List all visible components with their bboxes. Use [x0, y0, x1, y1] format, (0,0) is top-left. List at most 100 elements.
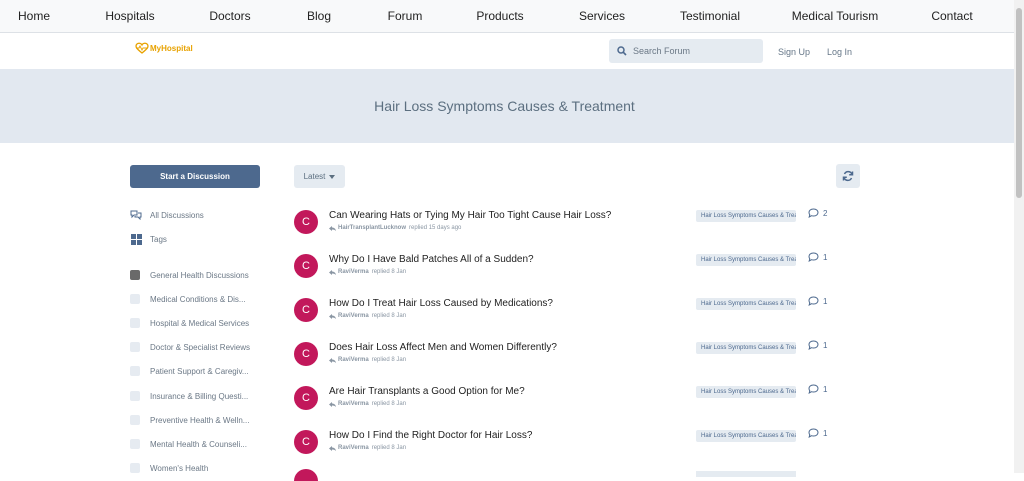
search-box[interactable] — [609, 39, 763, 63]
tag-badge — [696, 471, 796, 477]
avatar[interactable]: C — [294, 342, 318, 366]
search-input[interactable] — [633, 46, 753, 56]
tag-color-swatch — [130, 366, 140, 376]
discussion-meta: RaviVerma replied 8 Jan — [329, 357, 406, 363]
discussion-title[interactable]: Are Hair Transplants a Good Option for M… — [329, 386, 525, 397]
nav-link-blog[interactable]: Blog — [307, 9, 331, 23]
nav-link-products[interactable]: Products — [476, 9, 523, 23]
forum-header: MyHospital Sign Up Log In — [0, 33, 1014, 69]
tag-badge[interactable]: Hair Loss Symptoms Causes & Treatment — [696, 342, 796, 354]
tag-color-swatch — [130, 342, 140, 352]
nav-link-forum[interactable]: Forum — [388, 9, 423, 23]
discussion-username[interactable]: RaviVerma — [338, 269, 369, 275]
discussion-meta: RaviVerma replied 8 Jan — [329, 445, 406, 451]
comment-icon — [808, 296, 819, 306]
discussion-title[interactable]: How Do I Find the Right Doctor for Hair … — [329, 430, 532, 441]
nav-link-doctors[interactable]: Doctors — [209, 9, 250, 23]
avatar[interactable]: C — [294, 210, 318, 234]
sort-dropdown-label: Latest — [303, 172, 326, 181]
nav-link-testimonial[interactable]: Testimonial — [680, 9, 740, 23]
nav-link-services[interactable]: Services — [579, 9, 625, 23]
reply-count-value: 1 — [823, 340, 828, 350]
discussion-row[interactable]: C How Do I Find the Right Doctor for Hair… — [294, 428, 834, 464]
start-discussion-button[interactable]: Start a Discussion — [130, 165, 260, 188]
discussion-title[interactable]: Why Do I Have Bald Patches All of a Sudd… — [329, 254, 534, 265]
search-icon — [617, 46, 627, 56]
avatar[interactable]: C — [294, 430, 318, 454]
discussion-title[interactable]: Can Wearing Hats or Tying My Hair Too Ti… — [329, 210, 611, 221]
refresh-button[interactable] — [836, 164, 860, 188]
discussion-meta: HairTransplantLucknow replied 15 days ago — [329, 225, 461, 231]
discussion-username[interactable]: RaviVerma — [338, 401, 369, 407]
tag-color-swatch — [130, 294, 140, 304]
discussion-meta: RaviVerma replied 8 Jan — [329, 401, 406, 407]
avatar[interactable]: C — [294, 386, 318, 410]
tag-label: General Health Discussions — [150, 270, 249, 280]
tag-badge[interactable]: Hair Loss Symptoms Causes & Treatment — [696, 386, 796, 398]
discussion-title[interactable]: How Do I Treat Hair Loss Caused by Medic… — [329, 298, 553, 309]
tag-badge[interactable]: Hair Loss Symptoms Causes & Treatment — [696, 298, 796, 310]
reply-count-value: 1 — [823, 428, 828, 438]
reply-icon — [329, 445, 336, 451]
log-in-link[interactable]: Log In — [827, 47, 852, 57]
reply-count: 1 — [808, 340, 827, 350]
discussion-row[interactable]: C Why Do I Have Bald Patches All of a Sud… — [294, 252, 834, 288]
nav-link-hospitals[interactable]: Hospitals — [105, 9, 154, 23]
tag-badge[interactable]: Hair Loss Symptoms Causes & Treatment — [696, 210, 796, 222]
sidebar-item-tags[interactable]: Tags — [130, 233, 167, 245]
discussion-row[interactable]: C Are Hair Transplants a Good Option for … — [294, 384, 834, 420]
tag-badge[interactable]: Hair Loss Symptoms Causes & Treatment — [696, 430, 796, 442]
reply-count: 1 — [808, 296, 827, 306]
logo-text: MyHospital — [150, 43, 193, 53]
sidebar-tag-item[interactable]: Hospital & Medical Services — [130, 318, 249, 328]
avatar[interactable]: C — [294, 254, 318, 278]
scrollbar-thumb[interactable] — [1016, 8, 1022, 198]
tag-label: Preventive Health & Welln... — [150, 415, 250, 425]
sidebar-tag-item[interactable]: Women's Health — [130, 463, 208, 473]
discussion-username[interactable]: RaviVerma — [338, 445, 369, 451]
reply-count-value: 2 — [823, 208, 828, 218]
nav-link-contact[interactable]: Contact — [931, 9, 972, 23]
comment-icon — [808, 428, 819, 438]
tag-hero-banner: Hair Loss Symptoms Causes & Treatment — [0, 69, 1014, 143]
sidebar-tag-item[interactable]: Preventive Health & Welln... — [130, 415, 249, 425]
discussion-time: replied 8 Jan — [371, 401, 407, 407]
site-logo[interactable]: MyHospital — [135, 42, 193, 54]
discussion-row[interactable]: C Does Hair Loss Affect Men and Women Dif… — [294, 340, 834, 376]
discussion-title[interactable]: Does Hair Loss Affect Men and Women Diff… — [329, 342, 557, 353]
discussion-row[interactable]: C Can Wearing Hats or Tying My Hair Too T… — [294, 208, 834, 244]
tag-color-swatch — [130, 318, 140, 328]
top-navigation-bar: Home Hospitals Doctors Blog Forum Produc… — [0, 0, 1014, 33]
discussion-username[interactable]: RaviVerma — [338, 313, 369, 319]
discussion-time: replied 8 Jan — [371, 269, 407, 275]
nav-link-medical-tourism[interactable]: Medical Tourism — [792, 9, 878, 23]
sidebar-item-label: All Discussions — [150, 210, 204, 220]
sidebar-tag-item[interactable]: General Health Discussions — [130, 270, 249, 280]
reply-icon — [329, 313, 336, 319]
sidebar-item-all-discussions[interactable]: All Discussions — [130, 209, 204, 221]
sign-up-link[interactable]: Sign Up — [778, 47, 810, 57]
tag-badge[interactable]: Hair Loss Symptoms Causes & Treatment — [696, 254, 796, 266]
tag-color-swatch — [130, 391, 140, 401]
sidebar-tag-item[interactable]: Patient Support & Caregiv... — [130, 366, 249, 376]
sidebar-tag-item[interactable]: Doctor & Specialist Reviews — [130, 342, 250, 352]
heart-pulse-icon — [135, 42, 149, 54]
discussion-username[interactable]: HairTransplantLucknow — [338, 225, 406, 231]
sidebar-tag-item[interactable]: Mental Health & Counseli... — [130, 439, 247, 449]
discussion-time: replied 8 Jan — [371, 445, 407, 451]
discussion-time: replied 8 Jan — [371, 313, 407, 319]
sidebar-tag-item[interactable]: Medical Conditions & Dis... — [130, 294, 246, 304]
discussion-username[interactable]: RaviVerma — [338, 357, 369, 363]
discussion-row[interactable]: C How Do I Treat Hair Loss Caused by Medi… — [294, 296, 834, 332]
discussion-meta: RaviVerma replied 8 Jan — [329, 313, 406, 319]
sidebar-tag-item[interactable]: Insurance & Billing Questi... — [130, 391, 248, 401]
discussion-meta: RaviVerma replied 8 Jan — [329, 269, 406, 275]
reply-count: 1 — [808, 384, 827, 394]
nav-link-home[interactable]: Home — [18, 9, 50, 23]
sort-dropdown[interactable]: Latest — [294, 165, 345, 188]
tag-label: Insurance & Billing Questi... — [150, 391, 249, 401]
discussion-time: replied 15 days ago — [409, 225, 462, 231]
discussion-time: replied 8 Jan — [371, 357, 407, 363]
avatar[interactable]: C — [294, 298, 318, 322]
page-scrollbar[interactable] — [1014, 0, 1024, 473]
